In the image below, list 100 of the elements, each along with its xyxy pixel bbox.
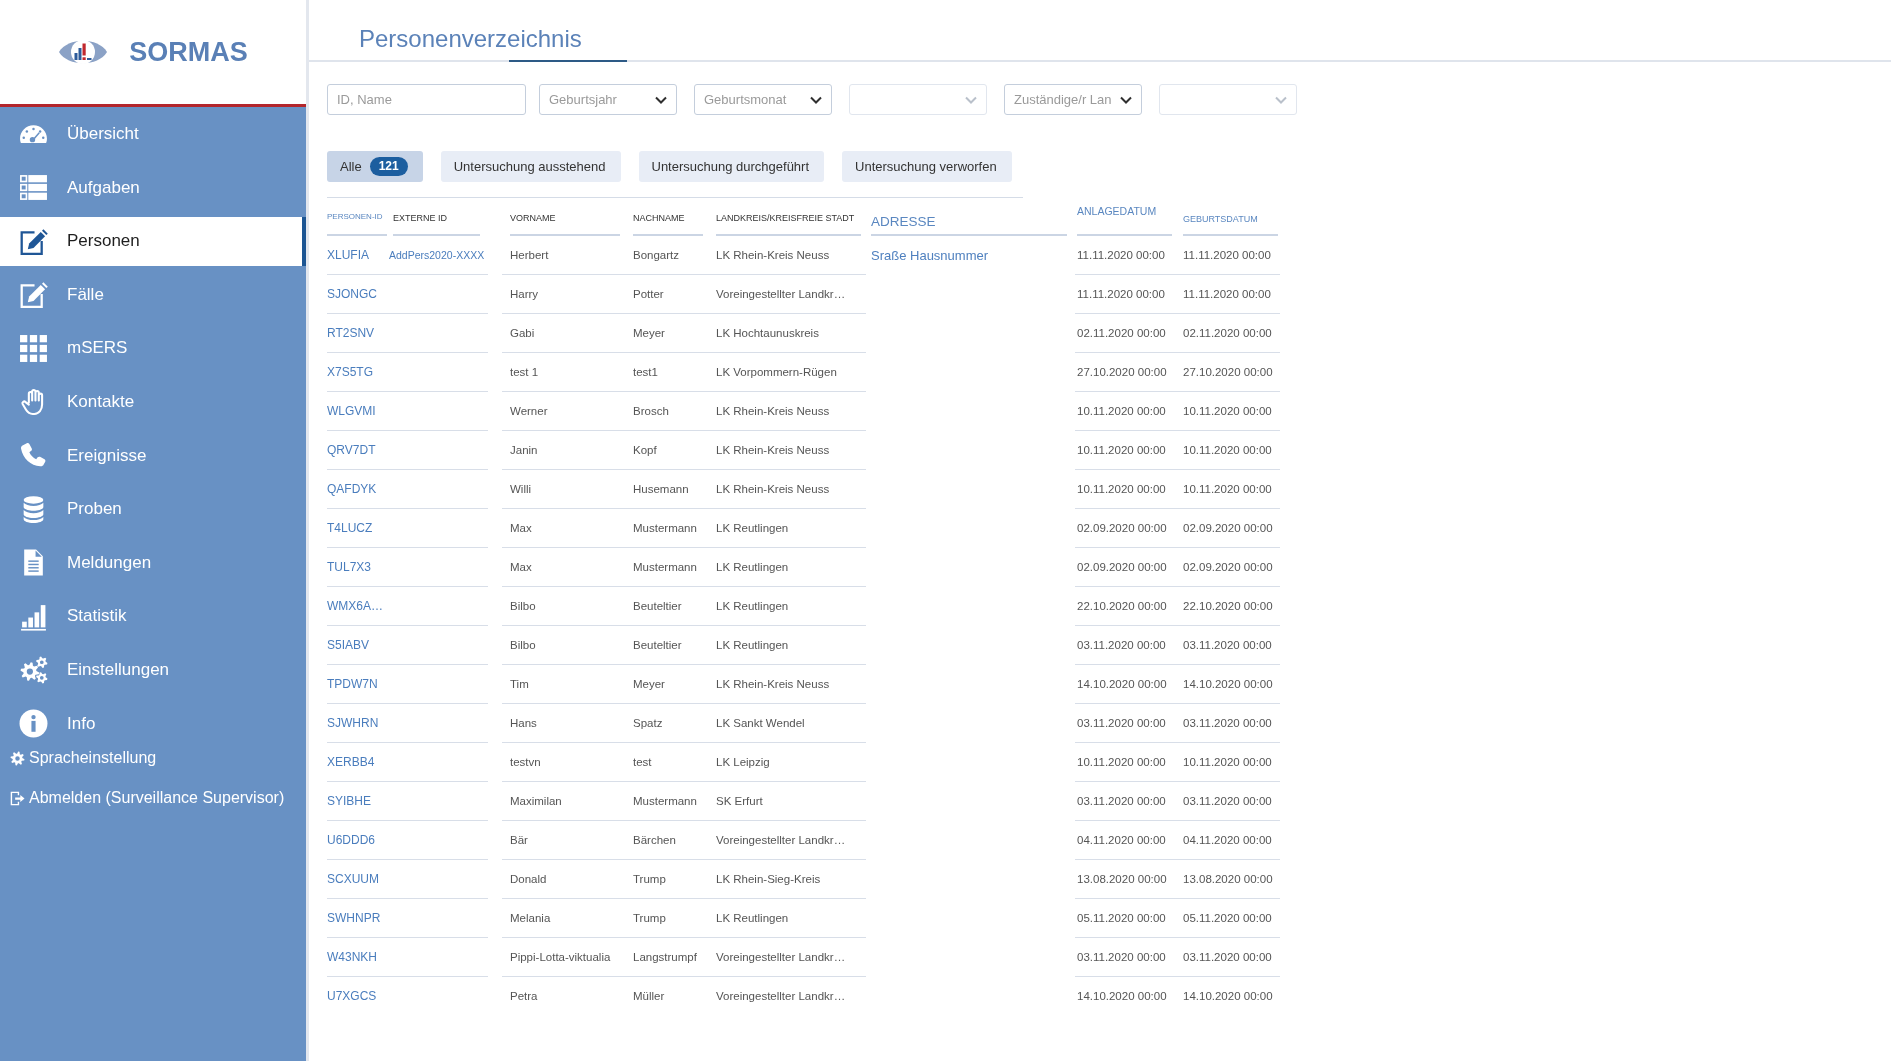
sidebar-link[interactable]: Spracheinstellung <box>0 748 157 769</box>
person-id-link[interactable]: QAFDYK <box>327 482 377 496</box>
person-id-link[interactable]: SWHNPR <box>327 911 381 925</box>
person-id-link[interactable]: S5IABV <box>327 638 370 652</box>
dropdown[interactable]: Zuständige/r Lan <box>1004 84 1142 115</box>
status-filter-button[interactable]: Untersuchung durchgeführt <box>638 151 825 182</box>
sidebar-item[interactable]: Statistik <box>0 591 306 641</box>
person-id-link[interactable]: SJWHRN <box>327 716 379 730</box>
column-header[interactable]: ADRESSE <box>871 198 1067 236</box>
person-id-link[interactable]: SJONGC <box>327 287 377 301</box>
status-filter-button[interactable]: Untersuchung verworfen <box>842 151 1012 182</box>
district-text: Voreingestellter Landkr… <box>716 834 846 846</box>
district-text: LK Reutlingen <box>716 639 789 651</box>
column-header[interactable]: EXTERNE ID <box>393 198 480 236</box>
address-text: Sraße Hausnummer <box>871 247 989 263</box>
person-id-link[interactable]: X7S5TG <box>327 365 374 379</box>
created-date-text: 11.11.2020 00:00 <box>1077 288 1165 300</box>
last-name-text: Trump <box>633 873 666 885</box>
person-id-link[interactable]: RT2SNV <box>327 326 375 340</box>
birth-date-text: 03.11.2020 00:00 <box>1183 951 1272 963</box>
person-id-link[interactable]: W43NKH <box>327 950 377 964</box>
sidebar-item[interactable]: mSERS <box>0 323 306 373</box>
count-badge: 121 <box>369 157 408 176</box>
column-header[interactable]: PERSONEN-ID <box>327 198 387 236</box>
person-id-link[interactable]: QRV7DT <box>327 443 376 457</box>
created-date-text: 14.10.2020 00:00 <box>1077 990 1167 1002</box>
first-name-text: Willi <box>510 483 532 495</box>
sidebar-item[interactable]: Aufgaben <box>0 163 306 213</box>
sidebar-item[interactable]: Fälle <box>0 270 306 320</box>
dropdown[interactable]: Geburtsmonat <box>694 84 832 115</box>
last-name-text: Potter <box>633 288 664 300</box>
birth-date-text: 10.11.2020 00:00 <box>1183 405 1272 417</box>
first-name-text: Tim <box>510 678 529 690</box>
first-name-text: Max <box>510 561 532 573</box>
sidebar-link[interactable]: Abmelden (Surveillance Supervisor) <box>0 788 285 809</box>
birth-date-text: 03.11.2020 00:00 <box>1183 639 1272 651</box>
sidebar-item[interactable]: Ereignisse <box>0 431 306 481</box>
person-id-link[interactable]: XLUFIA <box>327 248 369 262</box>
birth-date-text: 14.10.2020 00:00 <box>1183 990 1273 1002</box>
search-field[interactable]: ID, Name <box>327 84 526 115</box>
status-filter-button[interactable]: Alle 121 <box>327 151 423 182</box>
last-name-text: Kopf <box>633 444 657 456</box>
sidebar-item[interactable]: Kontakte <box>0 377 306 427</box>
first-name-text: Bilbo <box>510 639 536 651</box>
created-date-text: 02.09.2020 00:00 <box>1077 522 1167 534</box>
district-text: LK Rhein-Kreis Neuss <box>716 678 830 690</box>
sidebar-item[interactable]: Meldungen <box>0 538 306 588</box>
last-name-text: Spatz <box>633 717 663 729</box>
person-id-link[interactable]: WLGVMI <box>327 404 376 418</box>
birth-date-text: 04.11.2020 00:00 <box>1183 834 1272 846</box>
district-text: LK Reutlingen <box>716 912 789 924</box>
dropdown[interactable]: Geburtsjahr <box>539 84 677 115</box>
created-date-text: 13.08.2020 00:00 <box>1077 873 1167 885</box>
created-date-text: 27.10.2020 00:00 <box>1077 366 1167 378</box>
edit-icon <box>19 280 48 310</box>
person-id-link[interactable]: XERBB4 <box>327 755 375 769</box>
district-text: LK Leipzig <box>716 756 770 768</box>
person-id-link[interactable]: SYIBHE <box>327 794 371 808</box>
last-name-text: Husemann <box>633 483 689 495</box>
chevron-down-icon <box>810 95 822 104</box>
column-header[interactable]: GEBURTSDATUM <box>1183 198 1278 236</box>
status-filter-button[interactable]: Untersuchung ausstehend <box>440 151 621 182</box>
district-text: LK Reutlingen <box>716 600 789 612</box>
sidebar-item[interactable]: Einstellungen <box>0 645 306 695</box>
last-name-text: Mustermann <box>633 561 697 573</box>
last-name-text: test1 <box>633 366 658 378</box>
created-date-text: 03.11.2020 00:00 <box>1077 951 1166 963</box>
last-name-text: Beuteltier <box>633 639 682 651</box>
person-id-link[interactable]: T4LUCZ <box>327 521 373 535</box>
person-id-link[interactable]: SCXUUM <box>327 872 379 886</box>
column-header[interactable]: VORNAME <box>510 198 620 236</box>
district-text: LK Reutlingen <box>716 561 789 573</box>
sidebar-item[interactable]: Proben <box>0 484 306 534</box>
sidebar-item[interactable]: Info <box>0 699 306 749</box>
person-id-link[interactable]: TPDW7N <box>327 677 378 691</box>
person-id-link[interactable]: TUL7X3 <box>327 560 372 574</box>
person-id-link[interactable]: WMX6A… <box>327 599 383 613</box>
district-text: LK Hochtaunuskreis <box>716 327 819 339</box>
first-name-text: Hans <box>510 717 537 729</box>
person-id-link[interactable]: U6DDD6 <box>327 833 375 847</box>
birth-date-text: 05.11.2020 00:00 <box>1183 912 1272 924</box>
column-header[interactable]: NACHNAME <box>633 198 703 236</box>
last-name-text: Brosch <box>633 405 669 417</box>
birth-date-text: 22.10.2020 00:00 <box>1183 600 1273 612</box>
created-date-text: 10.11.2020 00:00 <box>1077 405 1166 417</box>
column-header[interactable]: LANDKREIS/KREISFREIE STADT <box>716 198 861 236</box>
first-name-text: Melania <box>510 912 551 924</box>
district-text: LK Reutlingen <box>716 522 789 534</box>
birth-date-text: 11.11.2020 00:00 <box>1183 288 1271 300</box>
chevron-down-icon <box>1275 95 1287 104</box>
birth-date-text: 13.08.2020 00:00 <box>1183 873 1273 885</box>
sidebar-item[interactable]: Übersicht <box>0 109 306 159</box>
birth-date-text: 10.11.2020 00:00 <box>1183 756 1272 768</box>
column-header[interactable]: ANLAGEDATUM <box>1077 198 1172 236</box>
last-name-text: Müller <box>633 990 665 1002</box>
birth-date-text: 14.10.2020 00:00 <box>1183 678 1273 690</box>
sidebar-item[interactable]: Personen <box>0 216 306 266</box>
birth-date-text: 03.11.2020 00:00 <box>1183 795 1272 807</box>
person-id-link[interactable]: U7XGCS <box>327 989 377 1003</box>
birth-date-text: 02.09.2020 00:00 <box>1183 522 1273 534</box>
